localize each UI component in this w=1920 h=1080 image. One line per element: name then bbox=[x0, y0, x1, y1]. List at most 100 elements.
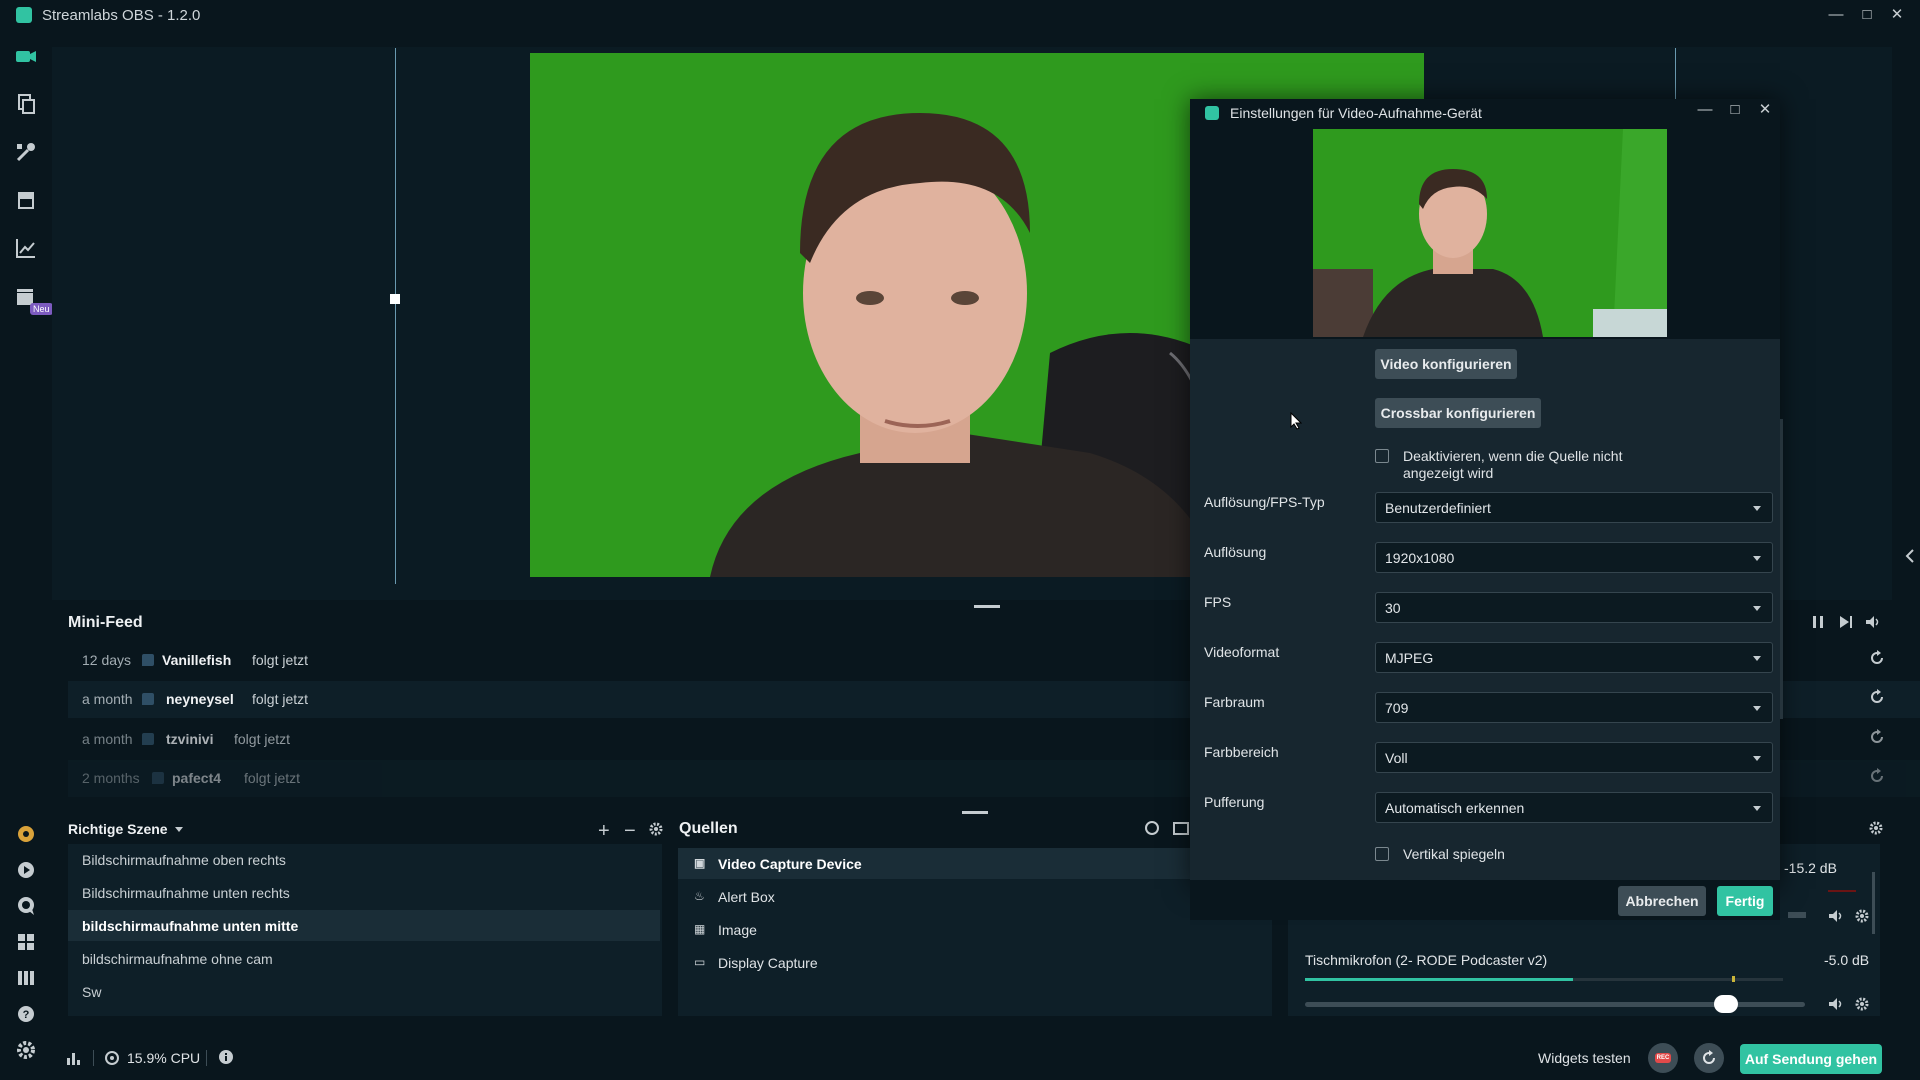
replay-buffer-button[interactable] bbox=[1694, 1043, 1724, 1073]
drag-handle[interactable] bbox=[962, 811, 988, 814]
app-logo-icon bbox=[1205, 106, 1219, 120]
scrollbar[interactable] bbox=[1872, 872, 1875, 934]
configure-crossbar-button[interactable]: Crossbar konfigurieren bbox=[1375, 398, 1541, 428]
editor-icon[interactable] bbox=[14, 44, 38, 68]
chevron-down-icon[interactable] bbox=[174, 826, 184, 834]
source-item[interactable]: ▦ Image bbox=[678, 914, 1268, 945]
scene-label: bildschirmaufnahme unten mitte bbox=[82, 918, 299, 934]
volume-slider[interactable] bbox=[1305, 995, 1805, 1013]
mute-icon[interactable] bbox=[1828, 908, 1844, 924]
dashboard-icon[interactable] bbox=[14, 236, 38, 260]
scene-collection-title[interactable]: Richtige Szene bbox=[68, 821, 168, 837]
close-icon[interactable]: ✕ bbox=[1753, 99, 1777, 121]
folder-icon[interactable] bbox=[1172, 819, 1190, 837]
title-bar: Streamlabs OBS - 1.2.0 — □ ✕ bbox=[0, 0, 1920, 30]
gear-icon[interactable] bbox=[1854, 996, 1870, 1012]
flip-vertical-checkbox[interactable] bbox=[1375, 847, 1389, 861]
buffering-select[interactable]: Automatisch erkennen bbox=[1375, 792, 1773, 823]
divider bbox=[206, 1050, 207, 1066]
widgets-icon[interactable] bbox=[14, 140, 38, 164]
pause-icon[interactable] bbox=[1810, 614, 1826, 630]
info-icon[interactable] bbox=[218, 1049, 234, 1065]
cancel-button[interactable]: Abbrechen bbox=[1618, 886, 1706, 916]
feed-action: folgt jetzt bbox=[244, 770, 301, 786]
volume-icon[interactable] bbox=[1865, 614, 1881, 630]
mute-icon[interactable] bbox=[1828, 996, 1844, 1012]
resize-handle[interactable] bbox=[390, 294, 400, 304]
source-item[interactable]: ▣ Video Capture Device bbox=[678, 848, 1268, 879]
widgets-test-button[interactable]: Widgets testen bbox=[1538, 1050, 1631, 1066]
replay-icon[interactable] bbox=[1868, 649, 1886, 667]
record-button[interactable]: REC bbox=[1648, 1043, 1678, 1073]
stats-icon[interactable] bbox=[66, 1050, 82, 1066]
themes-icon[interactable] bbox=[14, 92, 38, 116]
maximize-icon[interactable]: □ bbox=[1855, 4, 1879, 26]
columns-icon[interactable] bbox=[14, 966, 38, 990]
replay-icon[interactable] bbox=[1868, 728, 1886, 746]
source-item[interactable]: ▭ Display Capture bbox=[678, 947, 1268, 978]
dialog-title: Einstellungen für Video-Aufnahme-Gerät bbox=[1230, 105, 1482, 121]
gear-icon[interactable] bbox=[648, 821, 664, 837]
color-space-label: Farbraum bbox=[1204, 694, 1265, 710]
audio-device-name: Tischmikrofon (2- RODE Podcaster v2) bbox=[1305, 952, 1548, 968]
resolution-select[interactable]: 1920x1080 bbox=[1375, 542, 1773, 573]
bell-icon: ♨ bbox=[694, 889, 705, 903]
volume-slider-knob[interactable] bbox=[1714, 995, 1739, 1013]
close-icon[interactable]: ✕ bbox=[1885, 4, 1909, 26]
minimize-icon[interactable]: — bbox=[1693, 99, 1717, 121]
scene-item[interactable]: Bildschirmaufnahme oben rechts bbox=[68, 844, 660, 875]
minimize-icon[interactable]: — bbox=[1824, 4, 1848, 26]
source-label: Display Capture bbox=[718, 955, 818, 971]
remove-scene-icon[interactable]: − bbox=[624, 820, 636, 843]
scene-item[interactable]: Bildschirmaufnahme unten rechts bbox=[68, 877, 660, 908]
mixer-settings-icon[interactable] bbox=[1868, 820, 1884, 836]
image-icon: ▦ bbox=[694, 922, 706, 936]
source-list: ▣ Video Capture Device ♨ Alert Box ▦ Ima… bbox=[678, 848, 1272, 1016]
video-format-label: Videoformat bbox=[1204, 644, 1280, 660]
audio-meter bbox=[1305, 978, 1783, 981]
prime-icon[interactable] bbox=[14, 822, 38, 846]
scene-item[interactable]: bildschirmaufnahme unten mitte bbox=[68, 910, 660, 941]
follow-icon bbox=[142, 693, 154, 705]
follow-icon bbox=[142, 654, 154, 666]
add-scene-icon[interactable]: + bbox=[598, 820, 610, 843]
feed-time: a month bbox=[82, 691, 133, 707]
slider-stub[interactable] bbox=[1788, 912, 1806, 918]
store-icon[interactable] bbox=[14, 188, 38, 212]
video-capture-settings-dialog: Einstellungen für Video-Aufnahme-Gerät —… bbox=[1190, 99, 1783, 889]
resolution-fps-type-select[interactable]: Benutzerdefiniert bbox=[1375, 492, 1773, 523]
replay-icon[interactable] bbox=[1868, 767, 1886, 785]
drag-handle[interactable] bbox=[974, 605, 1000, 608]
color-space-select[interactable]: 709 bbox=[1375, 692, 1773, 723]
skip-icon[interactable] bbox=[1838, 614, 1854, 630]
status-bar bbox=[52, 1040, 1920, 1080]
chat-icon[interactable] bbox=[14, 894, 38, 918]
dialog-webcam-preview bbox=[1313, 129, 1667, 337]
replay-icon[interactable] bbox=[1868, 688, 1886, 706]
fps-select[interactable]: 30 bbox=[1375, 592, 1773, 623]
scene-item[interactable]: bildschirmaufnahme ohne cam bbox=[68, 943, 660, 974]
configure-video-button[interactable]: Video konfigurieren bbox=[1375, 349, 1517, 379]
color-range-select[interactable]: Voll bbox=[1375, 742, 1773, 773]
video-format-select[interactable]: MJPEG bbox=[1375, 642, 1773, 673]
play-icon[interactable] bbox=[14, 858, 38, 882]
done-button[interactable]: Fertig bbox=[1717, 886, 1773, 916]
add-source-icon[interactable] bbox=[1143, 819, 1161, 837]
help-icon[interactable]: ? bbox=[14, 1002, 38, 1026]
level-readout: -15.2 dB bbox=[1784, 860, 1837, 876]
source-item[interactable]: ♨ Alert Box bbox=[678, 881, 1268, 912]
settings-icon[interactable] bbox=[14, 1038, 38, 1062]
gear-icon[interactable] bbox=[1854, 908, 1870, 924]
color-range-label: Farbbereich bbox=[1204, 744, 1279, 760]
chevron-left-icon[interactable] bbox=[1904, 548, 1916, 564]
go-live-button[interactable]: Auf Sendung gehen bbox=[1740, 1044, 1882, 1074]
deactivate-checkbox[interactable] bbox=[1375, 449, 1389, 463]
resolution-fps-type-label: Auflösung/FPS-Typ bbox=[1204, 494, 1325, 510]
scene-item[interactable]: Sw bbox=[68, 976, 660, 1007]
dialog-scrollbar[interactable] bbox=[1780, 419, 1783, 719]
select-value: Automatisch erkennen bbox=[1385, 800, 1525, 816]
source-label: Alert Box bbox=[718, 889, 775, 905]
mouse-cursor-icon bbox=[1290, 412, 1302, 430]
grid-icon[interactable] bbox=[14, 930, 38, 954]
maximize-icon[interactable]: □ bbox=[1723, 99, 1747, 121]
